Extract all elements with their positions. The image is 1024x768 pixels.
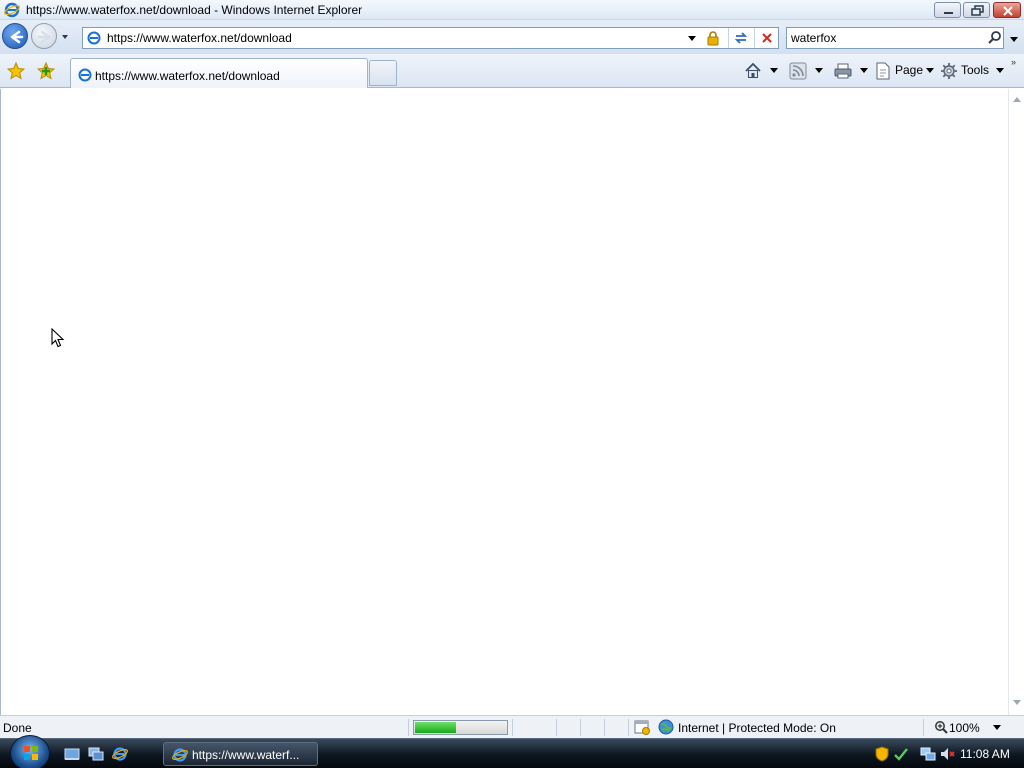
back-button[interactable] — [2, 23, 28, 49]
search-field[interactable]: waterfox — [786, 27, 1004, 49]
home-icon[interactable] — [744, 62, 762, 80]
tab-active[interactable]: https://www.waterfox.net/download — [70, 58, 368, 88]
print-dropdown-icon[interactable] — [860, 68, 868, 74]
popup-blocker-icon[interactable] — [634, 719, 650, 735]
network-icon[interactable] — [920, 746, 936, 762]
page-menu-label[interactable]: Page — [895, 63, 923, 77]
chevron-more-icon[interactable]: » — [1011, 57, 1016, 67]
network-check-icon[interactable] — [893, 746, 909, 762]
address-separator — [728, 28, 729, 48]
windows-logo-icon — [24, 746, 38, 760]
page-icon — [87, 31, 101, 45]
back-icon — [10, 30, 24, 44]
tools-gear-icon[interactable] — [940, 62, 958, 80]
scroll-down-icon[interactable] — [1012, 699, 1022, 707]
navigation-bar: https://www.waterfox.net/download waterf… — [0, 20, 1024, 54]
taskbar-clock[interactable]: 11:08 AM — [960, 747, 1010, 761]
page-menu-icon[interactable] — [874, 62, 892, 80]
start-button[interactable] — [10, 735, 50, 768]
history-dropdown-icon[interactable] — [60, 32, 70, 42]
status-separator — [580, 719, 581, 736]
forward-icon — [37, 30, 52, 44]
address-input[interactable]: https://www.waterfox.net/download — [107, 31, 292, 45]
security-zone-text[interactable]: Internet | Protected Mode: On — [678, 721, 836, 735]
taskbar-item-label: https://www.waterf... — [192, 748, 300, 762]
progress-fill — [415, 722, 456, 733]
command-bar: https://www.waterfox.net/download Page T… — [0, 54, 1024, 88]
status-bar: Done Internet | Protected Mode: On 100% — [0, 715, 1024, 738]
security-shield-icon[interactable] — [874, 746, 890, 762]
page-content[interactable] — [0, 89, 1024, 715]
tools-dropdown-icon[interactable] — [996, 68, 1004, 74]
search-input[interactable]: waterfox — [791, 31, 836, 45]
ie-icon — [4, 2, 20, 18]
zoom-icon[interactable] — [934, 720, 948, 734]
volume-muted-icon[interactable] — [939, 746, 955, 762]
show-desktop-icon[interactable] — [64, 746, 80, 762]
title-bar: https://www.waterfox.net/download - Wind… — [0, 0, 1024, 20]
refresh-icon[interactable] — [733, 30, 749, 46]
vertical-scrollbar[interactable] — [1008, 89, 1024, 715]
globe-icon — [658, 719, 674, 735]
status-text: Done — [3, 721, 32, 735]
add-favorites-icon[interactable] — [37, 62, 55, 80]
status-separator — [556, 719, 557, 736]
forward-button[interactable] — [31, 23, 57, 49]
restore-button[interactable] — [963, 2, 990, 18]
zoom-level[interactable]: 100% — [949, 721, 980, 735]
home-dropdown-icon[interactable] — [770, 68, 778, 74]
status-separator — [512, 719, 513, 736]
ie-quicklaunch-icon[interactable] — [112, 746, 128, 762]
stop-icon[interactable] — [759, 30, 775, 46]
new-tab-button[interactable] — [369, 60, 397, 86]
taskbar-item-ie[interactable]: https://www.waterf... — [163, 742, 318, 766]
close-button[interactable] — [993, 2, 1021, 18]
page-dropdown-icon[interactable] — [926, 68, 934, 74]
scroll-up-icon[interactable] — [1012, 95, 1022, 103]
window-title: https://www.waterfox.net/download - Wind… — [26, 3, 363, 17]
address-dropdown-icon[interactable] — [686, 32, 698, 44]
search-icon[interactable] — [987, 30, 1003, 46]
status-separator — [604, 719, 605, 736]
feeds-icon[interactable] — [789, 62, 807, 80]
ie-icon — [172, 748, 188, 762]
mouse-cursor-icon — [51, 328, 65, 348]
lock-icon[interactable] — [705, 30, 721, 46]
print-icon[interactable] — [834, 62, 852, 80]
status-separator — [923, 719, 924, 736]
search-options-dropdown-icon[interactable] — [1008, 36, 1020, 44]
taskbar: https://www.waterf... 11:08 AM — [0, 735, 1024, 768]
status-separator — [628, 719, 629, 736]
tab-label: https://www.waterfox.net/download — [95, 69, 280, 83]
feeds-dropdown-icon[interactable] — [815, 68, 823, 74]
tools-menu-label[interactable]: Tools — [961, 63, 989, 77]
address-separator — [754, 28, 755, 48]
address-bar[interactable]: https://www.waterfox.net/download — [82, 27, 779, 49]
minimize-button[interactable] — [934, 2, 961, 18]
zoom-dropdown-icon[interactable] — [993, 725, 1001, 731]
status-separator — [408, 719, 409, 736]
page-load-progress-bar — [413, 720, 508, 735]
page-icon — [78, 68, 92, 82]
switch-windows-icon[interactable] — [88, 746, 104, 762]
favorites-star-icon[interactable] — [7, 62, 25, 80]
